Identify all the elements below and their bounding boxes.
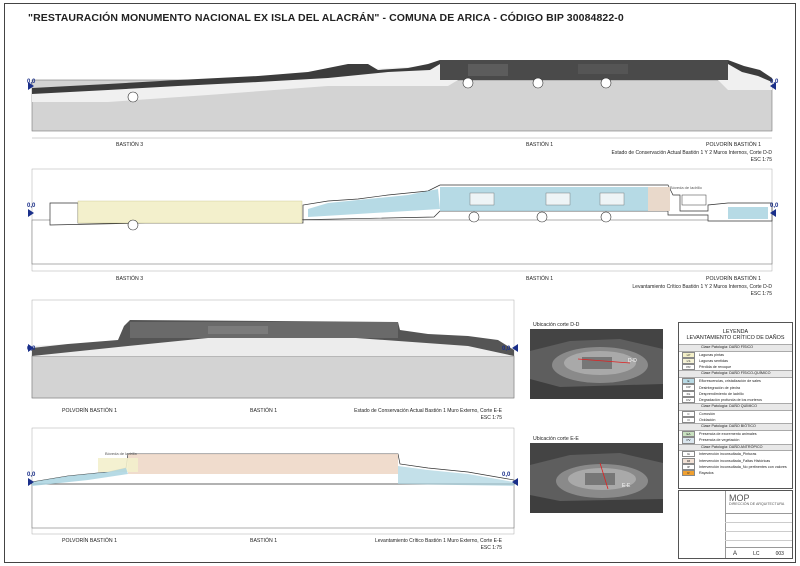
- section-label: POLVORÍN BASTIÓN 1: [706, 142, 761, 148]
- legend-swatch: E: [682, 378, 695, 385]
- aerial-photo-ee-image: E-E: [530, 443, 663, 513]
- legend-category: Clase Patología: DAÑO QUÍMICO: [679, 403, 792, 411]
- section-caption: Estado de Conservación Actual Bastión 1 …: [612, 150, 772, 163]
- legend-item-label: Intervención inconsultada_Faltas Históri…: [699, 458, 771, 463]
- legend-swatch: LS: [682, 357, 695, 365]
- legend-swatch: O: [682, 417, 695, 424]
- legend-category: Clase Patología: DAÑO ANTRÓPICO: [679, 443, 792, 452]
- legend-swatch: PR: [682, 364, 695, 371]
- section-dd-critical-survey: [28, 168, 776, 272]
- legend-swatch: EA: [682, 431, 695, 438]
- zero-marker-left: 0,0: [27, 346, 36, 352]
- section-label: BASTIÓN 3: [116, 276, 144, 282]
- zero-marker-right: 0,0: [502, 346, 511, 352]
- section-label: BASTIÓN 1: [250, 408, 278, 414]
- legend-item-label: Intervención inconsultada_No pertinentes…: [699, 464, 787, 469]
- photo-label-ee: Ubicación corte E-E: [533, 436, 579, 442]
- legend-item-label: Lagunas pintas: [699, 352, 725, 357]
- section-label: BASTIÓN 1: [526, 142, 554, 148]
- legend-category: Clase Patología: DAÑO FÍSICO-QUÍMICO: [679, 370, 792, 379]
- caption-scale: ESC 1:75: [750, 290, 772, 297]
- legend-swatch: C: [682, 410, 695, 418]
- legend-swatch: R: [682, 470, 695, 477]
- section-dd-photo-elevation: [28, 60, 776, 139]
- legend-title: LEYENDA LEVANTAMIENTO CRÍTICO DE DAÑOS: [679, 329, 792, 341]
- aerial-photo-dd: D-D: [530, 329, 663, 399]
- legend-item-label: Lagunas sentidas: [699, 359, 728, 364]
- legend-swatch: PV: [682, 437, 695, 444]
- caption-text: Levantamiento Crítico Bastión 1 Muro Ext…: [374, 538, 502, 544]
- sheet-number: 003: [775, 550, 784, 557]
- legend-category: Clase Patología: DAÑO FÍSICO: [679, 344, 792, 352]
- legend-swatch: DP: [682, 384, 695, 391]
- legend-swatch: DL: [682, 390, 695, 397]
- aerial-photo-ee: E-E: [530, 443, 663, 513]
- damage-legend: LEYENDA LEVANTAMIENTO CRÍTICO DE DAÑOS C…: [678, 322, 793, 489]
- svg-text:E-E: E-E: [622, 483, 631, 489]
- caption-scale: ESC 1:75: [480, 414, 502, 421]
- legend-swatch: IP: [682, 463, 695, 471]
- legend-title-line2: LEVANTAMIENTO CRÍTICO DE DAÑOS: [686, 335, 785, 341]
- caption-text: Levantamiento Crítico Bastión 1 Y 2 Muro…: [632, 284, 772, 290]
- legend-item-label: Desprendimiento de ladrillo: [699, 391, 744, 396]
- section-ee-photo-elevation: [28, 299, 518, 399]
- section-label: BASTIÓN 1: [526, 276, 554, 282]
- section-caption: Levantamiento Crítico Bastión 1 Muro Ext…: [300, 538, 502, 551]
- legend-item-label: Presencia de excremento animales: [699, 432, 757, 437]
- dept-name: DIRECCIÓN DE ARQUITECTURA: [729, 502, 785, 506]
- sheet-code-row: A LC 003: [725, 547, 792, 559]
- section-label: BASTIÓN 3: [116, 142, 144, 148]
- zero-marker-right: 0,0: [770, 203, 779, 209]
- zero-marker-left: 0,0: [27, 79, 36, 85]
- title-block-grid: [725, 513, 792, 548]
- section-ee-critical-survey: [28, 427, 518, 535]
- legend-item-label: Eflorescencias, cristalización de sales: [699, 379, 761, 384]
- legend-item-label: Rayados: [699, 471, 714, 476]
- section-caption: Levantamiento Crítico Bastión 1 Y 2 Muro…: [632, 284, 772, 297]
- legend-item-label: Desintegración de piedra: [699, 385, 740, 390]
- section-label: POLVORÍN BASTIÓN 1: [62, 538, 117, 544]
- caption-text: Estado de Conservación Actual Bastión 1 …: [354, 408, 502, 414]
- zero-marker-left: 0,0: [27, 472, 36, 478]
- legend-item: R Rayados: [679, 470, 792, 477]
- legend-swatch: DV: [682, 397, 695, 404]
- page-title: "RESTAURACIÓN MONUMENTO NACIONAL EX ISLA…: [28, 12, 624, 24]
- annotation-label: Bóveda de ladrillo: [105, 451, 137, 456]
- photo-label-dd: Ubicación corte D-D: [533, 322, 580, 328]
- aerial-photo-dd-image: D-D: [530, 329, 663, 399]
- section-caption: Estado de Conservación Actual Bastión 1 …: [300, 408, 502, 421]
- section-label: BASTIÓN 1: [250, 538, 278, 544]
- title-block: MOP DIRECCIÓN DE ARQUITECTURA A LC 003: [678, 490, 793, 559]
- section-label: POLVORÍN BASTIÓN 1: [706, 276, 761, 282]
- legend-swatch: LP: [682, 351, 695, 358]
- legend-category: Clase Patología: DAÑO BIÓTICO: [679, 423, 792, 432]
- legend-item-label: Presencia de vegetación: [699, 438, 740, 443]
- zero-marker-right: 0,0: [770, 79, 779, 85]
- svg-text:D-D: D-D: [628, 358, 637, 364]
- legend-item-label: Degradación profunda de los morteros: [699, 398, 762, 403]
- legend-groups: Clase Patología: DAÑO FÍSICO LP Lagunas pi…: [679, 344, 792, 477]
- zero-marker-right: 0,0: [502, 472, 511, 478]
- legend-swatch: IA: [682, 451, 695, 458]
- sheet-code: LC: [753, 550, 760, 557]
- legend-item-label: Corrosión: [699, 412, 715, 416]
- caption-text: Estado de Conservación Actual Bastión 1 …: [611, 150, 772, 156]
- section-label: POLVORÍN BASTIÓN 1: [62, 408, 117, 414]
- legend-item-label: Intervención inconsultada_Pinturas: [699, 452, 757, 457]
- caption-scale: ESC 1:75: [480, 544, 502, 551]
- sheet-letter: A: [733, 550, 738, 557]
- caption-scale: ESC 1:75: [750, 156, 772, 163]
- zero-marker-left: 0,0: [27, 203, 36, 209]
- annotation-label: Bóveda de ladrillo: [670, 185, 702, 190]
- legend-swatch: IM: [682, 457, 695, 464]
- legend-item-label: Pérdida de revoque: [699, 365, 732, 370]
- title-block-logo-area: [679, 491, 726, 558]
- legend-item-label: Oxidación: [699, 418, 716, 423]
